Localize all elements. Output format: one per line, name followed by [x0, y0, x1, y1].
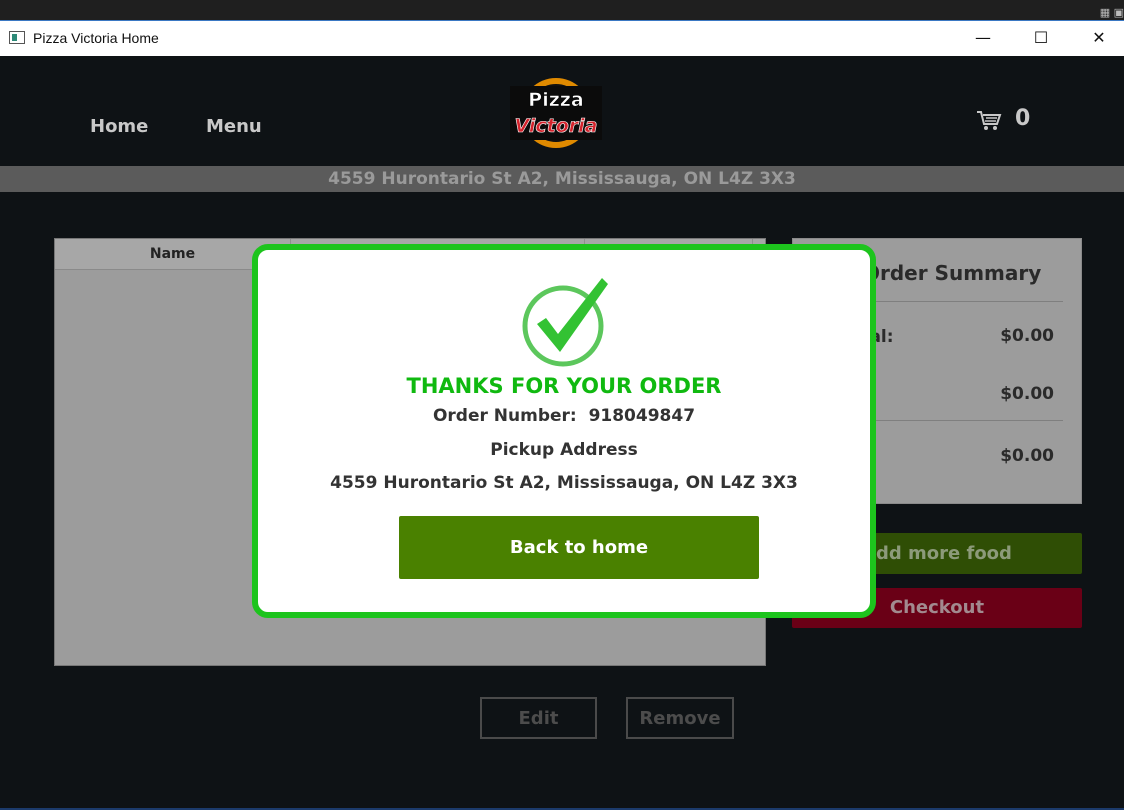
nav-home-link[interactable]: Home [90, 116, 148, 137]
summary-subtotal-value: $0.00 [1000, 326, 1054, 346]
close-button[interactable]: ✕ [1070, 21, 1124, 55]
order-confirmation-dialog: THANKS FOR YOUR ORDER Order Number: 9180… [252, 244, 876, 618]
edit-button[interactable]: Edit [480, 697, 597, 739]
summary-row-2-value: $0.00 [1000, 384, 1054, 404]
logo-text-victoria: Victoria [515, 115, 598, 137]
nav-menu-link[interactable]: Menu [206, 116, 262, 137]
os-taskbar-strip: ▦ ▣ [0, 0, 1124, 20]
maximize-button[interactable]: ☐ [1012, 21, 1070, 55]
minimize-button[interactable]: — [954, 21, 1012, 55]
remove-button[interactable]: Remove [626, 697, 734, 739]
summary-divider [863, 420, 1063, 421]
shopping-cart-icon[interactable] [976, 108, 1002, 132]
pizza-victoria-logo[interactable]: Pizza Victoria [510, 76, 602, 148]
tray-icons: ▦ ▣ [1099, 6, 1124, 19]
store-address-bar: 4559 Hurontario St A2, Mississauga, ON L… [0, 166, 1124, 192]
order-number-value: 918049847 [588, 406, 696, 426]
pickup-address-label: Pickup Address [490, 440, 638, 460]
summary-divider [863, 301, 1063, 302]
app-window-icon [9, 31, 25, 44]
logo-text-pizza: Pizza [528, 89, 583, 111]
order-summary-title: Order Summary [863, 261, 1042, 285]
back-to-home-button[interactable]: Back to home [399, 516, 759, 579]
checkmark-success-icon [522, 278, 608, 367]
pickup-address-value: 4559 Hurontario St A2, Mississauga, ON L… [330, 473, 798, 493]
cart-count-badge: 0 [1015, 106, 1031, 131]
summary-total-value: $0.00 [1000, 446, 1054, 466]
order-number-label: Order Number: [432, 406, 577, 426]
window-title: Pizza Victoria Home [33, 30, 159, 46]
order-number-line: Order Number: 918049847 [258, 406, 870, 426]
window-titlebar: Pizza Victoria Home — ☐ ✕ [0, 20, 1124, 56]
thanks-heading: THANKS FOR YOUR ORDER [406, 374, 722, 398]
